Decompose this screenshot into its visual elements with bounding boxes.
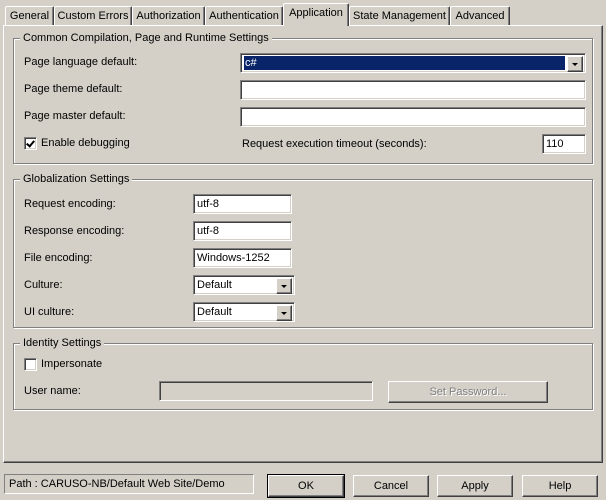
response-encoding-input[interactable]: utf-8 (193, 221, 292, 241)
page-theme-label: Page theme default: (24, 83, 123, 95)
page-language-label: Page language default: (24, 56, 138, 68)
ui-culture-combo[interactable]: Default (193, 302, 295, 322)
request-encoding-label: Request encoding: (24, 198, 116, 210)
culture-combo[interactable]: Default (193, 275, 295, 295)
set-password-button[interactable]: Set Password... (388, 381, 548, 403)
user-name-input[interactable] (159, 381, 373, 401)
set-password-label: Set Password... (429, 386, 507, 398)
ok-label: OK (298, 480, 314, 492)
ui-culture-value: Default (197, 306, 232, 318)
tab-label: Application (289, 7, 343, 19)
tab-general[interactable]: General (5, 6, 54, 25)
timeout-label: Request execution timeout (seconds): (242, 138, 427, 150)
chevron-down-icon[interactable] (276, 305, 292, 321)
tab-label: Advanced (455, 10, 505, 22)
tab-label: General (9, 10, 50, 22)
response-encoding-label: Response encoding: (24, 225, 125, 237)
tab-label: Authentication (209, 10, 279, 22)
page-master-label: Page master default: (24, 110, 126, 122)
cancel-label: Cancel (373, 480, 409, 492)
tab-advanced[interactable]: Advanced (450, 6, 510, 25)
tab-label: Authorization (136, 10, 201, 22)
enable-debugging-label[interactable]: Enable debugging (41, 136, 130, 150)
file-encoding-label: File encoding: (24, 252, 93, 264)
apply-label: Apply (461, 480, 489, 492)
ui-culture-label: UI culture: (24, 306, 75, 318)
timeout-input[interactable]: 110 (542, 134, 586, 154)
group-title: Globalization Settings (20, 172, 133, 186)
tab-state-management[interactable]: State Management (349, 6, 450, 25)
page-master-input[interactable] (240, 107, 586, 127)
culture-label: Culture: (24, 279, 63, 291)
group-title: Common Compilation, Page and Runtime Set… (20, 31, 272, 45)
impersonate-checkbox[interactable] (24, 358, 37, 371)
tab-authentication[interactable]: Authentication (205, 6, 283, 25)
tab-label: Custom Errors (57, 10, 129, 22)
culture-value: Default (197, 279, 232, 291)
user-name-label: User name: (24, 385, 81, 397)
tab-custom-errors[interactable]: Custom Errors (54, 6, 132, 25)
help-label: Help (548, 480, 572, 492)
tab-label: State Management (353, 10, 446, 22)
path-status: Path : CARUSO-NB/Default Web Site/Demo (4, 474, 254, 494)
ok-button[interactable]: OK (267, 474, 345, 498)
request-encoding-input[interactable]: utf-8 (193, 194, 292, 214)
page-theme-input[interactable] (240, 80, 586, 100)
page-language-value: c# (244, 56, 565, 70)
enable-debugging-checkbox[interactable] (24, 137, 37, 150)
help-button[interactable]: Help (522, 475, 598, 497)
tab-application[interactable]: Application (283, 3, 349, 26)
file-encoding-input[interactable]: Windows-1252 (193, 248, 292, 268)
cancel-button[interactable]: Cancel (353, 475, 429, 497)
tab-authorization[interactable]: Authorization (132, 6, 205, 25)
apply-button[interactable]: Apply (437, 475, 513, 497)
chevron-down-icon[interactable] (567, 56, 583, 72)
chevron-down-icon[interactable] (276, 278, 292, 294)
impersonate-label[interactable]: Impersonate (41, 357, 102, 371)
page-language-combo[interactable]: c# (240, 53, 586, 73)
group-title: Identity Settings (20, 336, 105, 350)
